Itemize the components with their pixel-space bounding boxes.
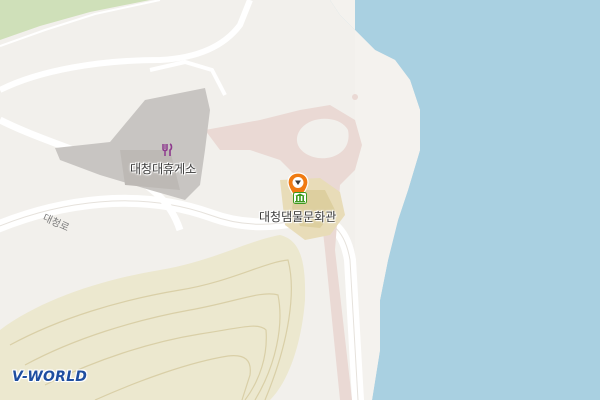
map-view[interactable]: 대청대휴게소 대청댐물문화관 대청로 V-WORLD	[0, 0, 600, 400]
map-dot	[352, 94, 358, 100]
museum-icon[interactable]	[293, 192, 307, 204]
poi-label-rest-area[interactable]: 대청대휴게소	[130, 160, 196, 177]
vworld-logo: V-WORLD	[12, 369, 88, 385]
poi-label-museum[interactable]: 대청댐물문화관	[259, 208, 336, 225]
restaurant-icon[interactable]	[160, 143, 174, 157]
map-dot	[262, 119, 268, 125]
